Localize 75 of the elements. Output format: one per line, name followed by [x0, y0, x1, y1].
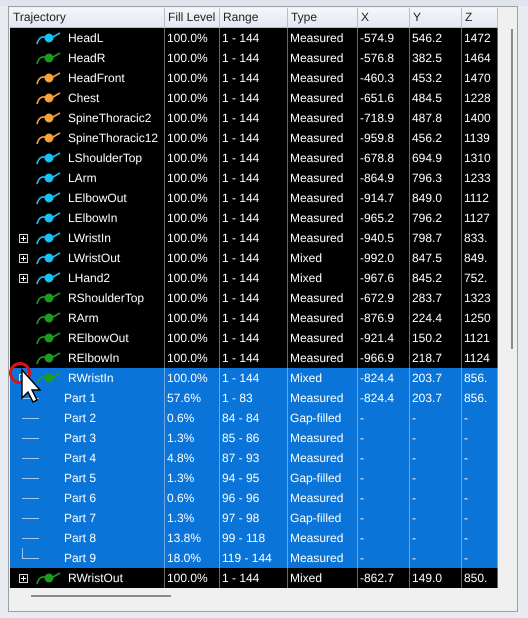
- table-row[interactable]: Chest 100.0% 1 - 144 Measured -651.6 484.5 1228: [10, 88, 498, 108]
- table-row[interactable]: Part 9 18.0% 119 - 144 Measured - - -: [10, 548, 498, 568]
- trajectory-name: Chest: [68, 91, 100, 105]
- trajectory-name: HeadL: [68, 31, 104, 45]
- part-name: Part 6: [64, 491, 96, 505]
- table-row[interactable]: RElbowOut 100.0% 1 - 144 Measured -921.4 150.2 1121: [10, 328, 498, 348]
- table-row[interactable]: RWristOut 100.0% 1 - 144 Mixed -862.7 149.0 850.: [10, 568, 498, 588]
- trajectory-name: RShoulderTop: [68, 291, 144, 305]
- trajectory-name: LElbowIn: [68, 211, 118, 225]
- type-cell: Mixed: [288, 568, 358, 588]
- expand-icon[interactable]: [18, 254, 28, 262]
- trajectory-name: SpineThoracic2: [68, 111, 152, 125]
- table-row[interactable]: LElbowIn 100.0% 1 - 144 Measured -965.2 796.2 1127: [10, 208, 498, 228]
- trajectory-name: SpineThoracic12: [68, 131, 158, 145]
- part-name: Part 3: [64, 431, 96, 445]
- trajectory-name: LElbowOut: [68, 191, 127, 205]
- expand-icon[interactable]: [18, 574, 28, 582]
- table-row[interactable]: Part 2 0.6% 84 - 84 Gap-filled - - -: [10, 408, 498, 428]
- trajectory-name: RElbowIn: [68, 351, 120, 365]
- column-header[interactable]: Type: [288, 8, 358, 28]
- table-row[interactable]: SpineThoracic2 100.0% 1 - 144 Measured -718.9 487.8 1400: [10, 108, 498, 128]
- part-name: Part 8: [64, 531, 96, 545]
- trajectory-name: RWristOut: [68, 571, 123, 585]
- trajectory-name: LWristOut: [68, 251, 120, 265]
- column-header[interactable]: Trajectory: [10, 8, 165, 28]
- table-row[interactable]: RShoulderTop 100.0% 1 - 144 Measured -672.9 283.7 1323: [10, 288, 498, 308]
- table-row[interactable]: HeadR 100.0% 1 - 144 Measured -576.8 382.5 1464: [10, 48, 498, 68]
- part-name: Part 2: [64, 411, 96, 425]
- trajectory-name: LWristIn: [68, 231, 111, 245]
- range-cell: 1 - 144: [220, 568, 288, 588]
- expand-icon[interactable]: [18, 234, 28, 242]
- part-name: Part 9: [64, 551, 96, 565]
- column-header[interactable]: Range: [220, 8, 288, 28]
- table-row[interactable]: Part 4 4.8% 87 - 93 Measured - - -: [10, 448, 498, 468]
- trajectory-name: LArm: [68, 171, 97, 185]
- table-row[interactable]: RArm 100.0% 1 - 144 Measured -876.9 224.4 1250: [10, 308, 498, 328]
- table-row[interactable]: LArm 100.0% 1 - 144 Measured -864.9 796.3 1233: [10, 168, 498, 188]
- table-row[interactable]: RElbowIn 100.0% 1 - 144 Measured -966.9 218.7 1124: [10, 348, 498, 368]
- trajectory-name: HeadR: [68, 51, 106, 65]
- part-name: Part 5: [64, 471, 96, 485]
- trajectory-name: RArm: [68, 311, 99, 325]
- table-row[interactable]: LHand2 100.0% 1 - 144 Mixed -967.6 845.2 752.: [10, 268, 498, 288]
- fill-level-cell: 100.0%: [165, 568, 220, 588]
- table-row[interactable]: Part 7 1.3% 97 - 98 Gap-filled - - -: [10, 508, 498, 528]
- table-row[interactable]: Part 6 0.6% 96 - 96 Measured - - -: [10, 488, 498, 508]
- table-row[interactable]: Part 1 57.6% 1 - 83 Measured -824.4 203.7 856.: [10, 388, 498, 408]
- x-cell: -862.7: [358, 568, 410, 588]
- table-row[interactable]: HeadFront 100.0% 1 - 144 Measured -460.3 453.2 1470: [10, 68, 498, 88]
- tree-line-icon: [22, 548, 39, 559]
- part-name: Part 4: [64, 451, 96, 465]
- column-header[interactable]: Y: [410, 8, 462, 28]
- horizontal-scrollbar[interactable]: [31, 595, 171, 597]
- z-cell: 850.: [462, 568, 498, 588]
- trajectory-name: LHand2: [68, 271, 110, 285]
- table-row[interactable]: LWristOut 100.0% 1 - 144 Mixed -992.0 847.5 849.: [10, 248, 498, 268]
- table-row[interactable]: Part 3 1.3% 85 - 86 Measured - - -: [10, 428, 498, 448]
- expand-icon[interactable]: [18, 274, 28, 282]
- table-row[interactable]: LWristIn 100.0% 1 - 144 Measured -940.5 798.7 833.: [10, 228, 498, 248]
- table-row[interactable]: LElbowOut 100.0% 1 - 144 Measured -914.7 849.0 1112: [10, 188, 498, 208]
- y-cell: 149.0: [410, 568, 462, 588]
- column-header[interactable]: Fill Level: [165, 8, 220, 28]
- trajectory-name: LShoulderTop: [68, 151, 142, 165]
- table-row[interactable]: RWristIn 100.0% 1 - 144 Mixed -824.4 203.7 856.: [10, 368, 498, 388]
- trajectory-name: HeadFront: [68, 71, 125, 85]
- table-row[interactable]: SpineThoracic12 100.0% 1 - 144 Measured -959.8 456.2 1139: [10, 128, 498, 148]
- column-header[interactable]: X: [358, 8, 410, 28]
- trajectory-name: RElbowOut: [68, 331, 129, 345]
- table-row[interactable]: Part 8 13.8% 99 - 118 Measured - - -: [10, 528, 498, 548]
- part-name: Part 7: [64, 511, 96, 525]
- column-header[interactable]: Z: [462, 8, 498, 28]
- trajectory-name: RWristIn: [68, 371, 114, 385]
- table-row[interactable]: HeadL 100.0% 1 - 144 Measured -574.9 546.2 1472: [10, 28, 498, 48]
- table-row[interactable]: LShoulderTop 100.0% 1 - 144 Measured -678.8 694.9 1310: [10, 148, 498, 168]
- table-row[interactable]: Part 5 1.3% 94 - 95 Gap-filled - - -: [10, 468, 498, 488]
- part-name: Part 1: [64, 391, 96, 405]
